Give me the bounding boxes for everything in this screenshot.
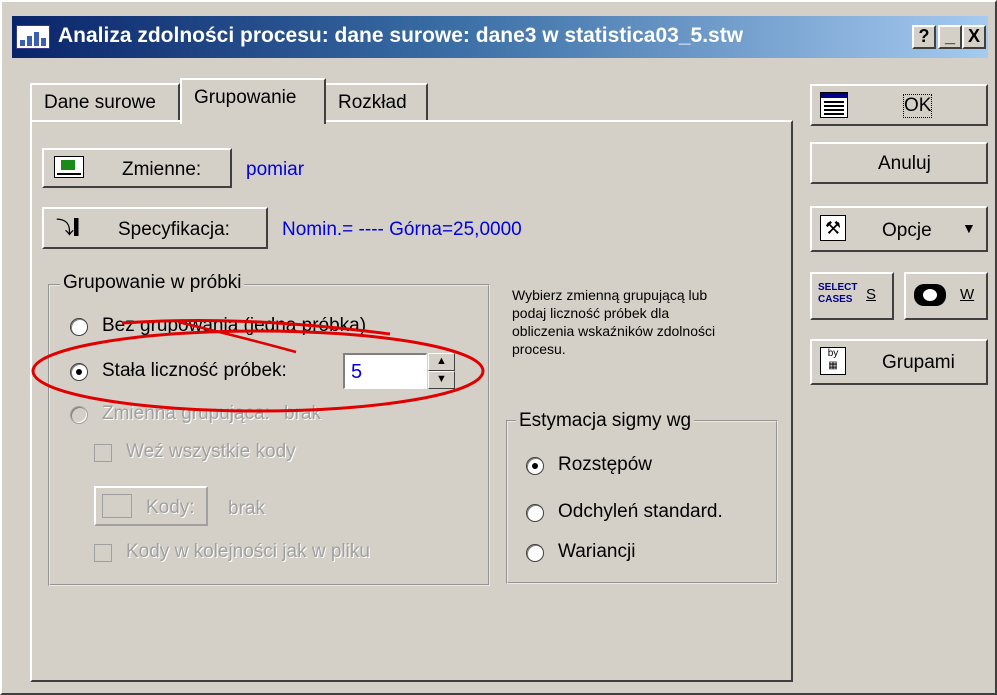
- codes-order-label[interactable]: Kody w kolejności jak w pliku: [126, 541, 370, 563]
- sigma-ranges-radio[interactable]: [526, 457, 544, 475]
- app-icon: [16, 25, 50, 49]
- dialog-window: Analiza zdolności procesu: dane surowe: …: [0, 0, 997, 695]
- codes-value: brak: [228, 498, 265, 519]
- sigma-stddev-radio[interactable]: [526, 504, 544, 522]
- options-button-label: Opcje: [882, 220, 932, 241]
- by-groups-icon: by ▦: [820, 347, 846, 375]
- constant-size-label[interactable]: Stała liczność próbek:: [102, 360, 287, 382]
- codes-button[interactable]: Kody:: [94, 486, 208, 526]
- all-codes-label[interactable]: Weź wszystkie kody: [126, 441, 296, 463]
- dropdown-arrow-icon: ▼: [962, 220, 976, 236]
- help-button[interactable]: ?: [912, 25, 936, 49]
- variables-button[interactable]: Zmienne:: [42, 148, 232, 188]
- close-button[interactable]: X: [962, 25, 986, 49]
- weight-icon: [914, 284, 946, 306]
- select-cases-icon: SELECT CASES: [818, 282, 858, 305]
- specification-button-label: Specyfikacja:: [118, 219, 230, 240]
- weight-key: W: [960, 286, 975, 303]
- ok-button-label: OK: [902, 94, 933, 118]
- tab-label: Dane surowe: [44, 92, 156, 113]
- sigma-variance-label[interactable]: Wariancji: [558, 541, 635, 563]
- specification-value: Nomin.= ---- Górna=25,0000: [282, 219, 522, 240]
- no-grouping-radio[interactable]: [70, 318, 88, 336]
- sample-size-input[interactable]: 5: [343, 353, 427, 389]
- by-groups-button[interactable]: by ▦ Grupami: [810, 339, 988, 385]
- grouping-variable-label[interactable]: Zmienna grupująca:: [102, 403, 270, 425]
- sigma-stddev-label[interactable]: Odchyleń standard.: [558, 501, 723, 523]
- codes-order-checkbox[interactable]: [94, 544, 112, 562]
- specification-button[interactable]: ⤵▎ Specyfikacja:: [42, 207, 268, 249]
- grouping-groupbox-title: Grupowanie w próbki: [60, 272, 245, 294]
- weight-button[interactable]: W: [904, 272, 988, 320]
- window-title: Analiza zdolności procesu: dane surowe: …: [58, 24, 744, 47]
- cancel-button[interactable]: Anuluj: [810, 142, 988, 184]
- variables-icon: [54, 156, 84, 178]
- minimize-button[interactable]: _: [938, 25, 962, 49]
- ok-button[interactable]: OK: [810, 84, 988, 126]
- spin-up-icon[interactable]: ▲: [428, 353, 455, 371]
- cancel-button-label: Anuluj: [878, 153, 931, 174]
- ok-icon: [820, 92, 848, 118]
- select-cases-button[interactable]: SELECT CASES S: [810, 272, 894, 320]
- grouping-variable-value: brak: [284, 403, 321, 424]
- codes-button-label: Kody:: [146, 497, 195, 518]
- tab-grupowanie[interactable]: Grupowanie: [180, 78, 326, 124]
- all-codes-checkbox[interactable]: [94, 444, 112, 462]
- tab-label: Grupowanie: [194, 87, 297, 108]
- variables-value: pomiar: [246, 159, 305, 180]
- spin-down-icon[interactable]: ▼: [428, 371, 455, 389]
- constant-size-radio[interactable]: [70, 363, 88, 381]
- specification-icon: ⤵▎: [56, 218, 92, 238]
- sample-size-spinner[interactable]: ▲ ▼: [428, 353, 455, 389]
- tab-dane-surowe[interactable]: Dane surowe: [30, 83, 180, 121]
- no-grouping-label[interactable]: Bez grupowania (jedna próbka): [102, 315, 366, 337]
- grouping-variable-radio[interactable]: [70, 406, 88, 424]
- by-groups-button-label: Grupami: [882, 352, 955, 373]
- options-icon: ⚒: [820, 215, 846, 241]
- tab-label: Rozkład: [338, 92, 407, 113]
- select-cases-key: S: [866, 286, 877, 303]
- options-button[interactable]: ⚒ Opcje ▼: [810, 206, 988, 252]
- hint-text: Wybierz zmienną grupującą lub podaj licz…: [512, 287, 716, 357]
- sigma-variance-radio[interactable]: [526, 544, 544, 562]
- sigma-groupbox-title: Estymacja sigmy wg: [516, 410, 695, 432]
- tab-rozklad[interactable]: Rozkład: [324, 83, 428, 121]
- sigma-ranges-label[interactable]: Rozstępów: [558, 454, 652, 476]
- codes-icon: [102, 494, 132, 518]
- variables-button-label: Zmienne:: [122, 159, 202, 180]
- title-bar[interactable]: Analiza zdolności procesu: dane surowe: …: [12, 16, 988, 58]
